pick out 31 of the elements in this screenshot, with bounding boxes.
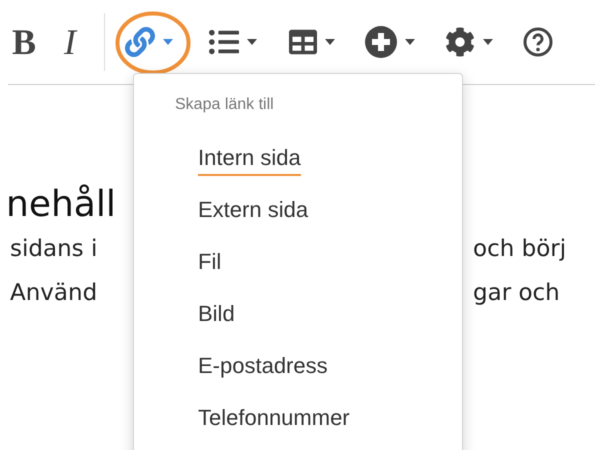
- body-text: Använd: [9, 279, 98, 308]
- list-icon: [209, 27, 240, 57]
- list-button[interactable]: [209, 27, 258, 57]
- table-button[interactable]: [289, 28, 336, 56]
- plus-circle-icon: [365, 26, 398, 58]
- menu-item[interactable]: E-postadress: [198, 352, 328, 384]
- link-icon: [125, 27, 156, 57]
- menu-header: Skapa länk till: [174, 96, 275, 114]
- body-text: sidans i: [9, 235, 98, 264]
- body-text: gar och: [472, 279, 561, 308]
- caret-icon: [483, 39, 494, 45]
- table-icon: [289, 28, 318, 56]
- caret-icon: [325, 39, 336, 45]
- caret-icon: [405, 39, 416, 45]
- link-button[interactable]: [125, 27, 174, 57]
- menu-item[interactable]: Bild: [198, 300, 235, 332]
- caret-icon: [163, 39, 174, 45]
- bold-button[interactable]: B: [12, 24, 36, 60]
- menu-item[interactable]: Telefonnummer: [198, 404, 350, 436]
- menu-item[interactable]: Fil: [198, 248, 222, 280]
- settings-button[interactable]: [445, 27, 494, 57]
- heading: nehåll: [5, 183, 116, 227]
- help-icon: [523, 27, 554, 57]
- menu-item[interactable]: Extern sida: [198, 196, 308, 228]
- menu-item[interactable]: Intern sida: [198, 144, 301, 176]
- insert-button[interactable]: [365, 26, 416, 58]
- help-button[interactable]: [523, 27, 554, 57]
- caret-icon: [247, 39, 258, 45]
- body-text: och börj: [472, 235, 568, 264]
- settings-icon: [445, 27, 476, 57]
- italic-button[interactable]: I: [64, 24, 76, 60]
